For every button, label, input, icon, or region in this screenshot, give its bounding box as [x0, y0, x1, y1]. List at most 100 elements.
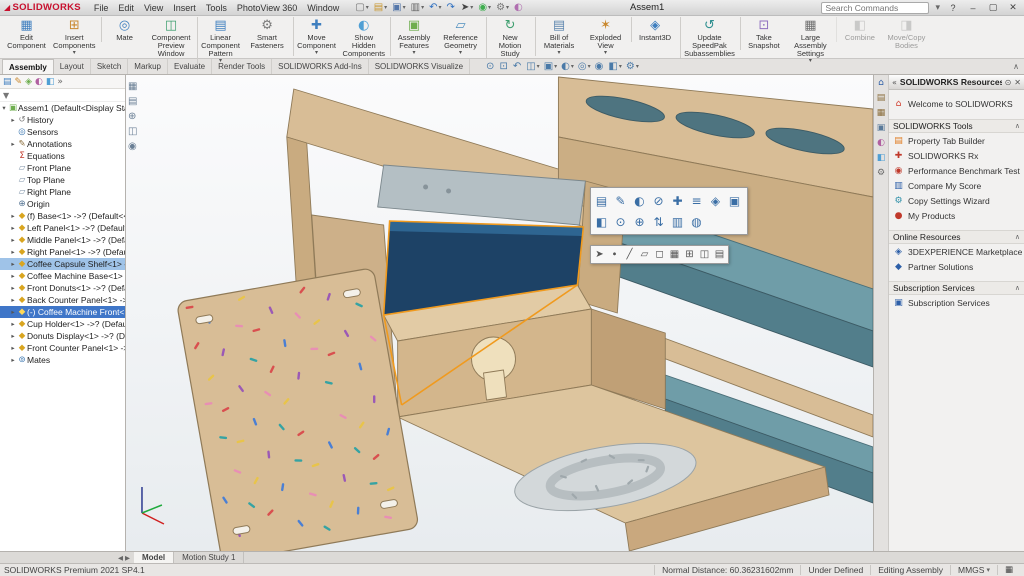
dimxpertmanager-tab[interactable]: ◐	[35, 76, 43, 87]
view-settings-icon[interactable]: ⚙ ▾	[626, 61, 639, 72]
search-commands-input[interactable]	[821, 2, 929, 14]
filter-component-icon[interactable]: ▤	[713, 247, 726, 262]
expand-arrow[interactable]: ▾	[0, 104, 8, 112]
tree-item-cup-holder[interactable]: ▸ ◆ Cup Holder<1> ->? (Default<<D...	[0, 318, 125, 330]
scenes-tab[interactable]: ◧	[877, 153, 886, 163]
mate-icon[interactable]: ✚	[669, 190, 686, 211]
tree-item-right-panel[interactable]: ▸ ◆ Right Panel<1> ->? (Default<<D...	[0, 246, 125, 258]
show-hidden-components-button[interactable]: ◐ Show Hidden Components	[340, 17, 389, 58]
propertymanager-tab[interactable]: ✎	[15, 76, 23, 87]
tree-item-front-counter-panel[interactable]: ▸ ◆ Front Counter Panel<1> ->? (Def...	[0, 342, 125, 354]
chevron-up-icon[interactable]: ∧	[1015, 284, 1020, 292]
tree-item-donuts-display[interactable]: ▸ ◆ Donuts Display<1> ->? (Default<...	[0, 330, 125, 342]
expand-arrow[interactable]: ▸	[9, 212, 17, 220]
filter-body-icon[interactable]: ◻	[653, 247, 666, 262]
filter-mesh-icon[interactable]: ▦	[668, 247, 681, 262]
open-file-icon[interactable]: ▤ ▾	[373, 3, 388, 13]
undo-icon[interactable]: ↶ ▾	[428, 3, 442, 13]
collapse-pane-icon[interactable]: «	[892, 78, 897, 87]
move-copy-bodies-button[interactable]: ◨ Move/Copy Bodies	[883, 17, 930, 50]
search-dropdown-icon[interactable]: ▾	[935, 3, 940, 13]
tab-solidworks-visualize[interactable]: SOLIDWORKS Visualize	[369, 59, 470, 74]
pane-split-icon[interactable]: ◫	[128, 126, 137, 137]
edit-appearance-icon[interactable]: ◉	[595, 61, 605, 72]
hide-show-items-icon[interactable]: ◎ ▾	[578, 61, 591, 72]
expand-arrow[interactable]: ▸	[9, 332, 17, 340]
section-online-resources[interactable]: Online Resources ∧	[889, 230, 1024, 244]
tree-display-icon[interactable]: ▤	[128, 96, 137, 107]
help-button[interactable]: ?	[946, 3, 960, 13]
compare-my-score-link[interactable]: ▥ Compare My Score	[889, 178, 1024, 193]
new-motion-study-button[interactable]: ↻ New Motion Study	[486, 17, 533, 58]
tab-evaluate[interactable]: Evaluate	[168, 59, 212, 74]
appearances-tab[interactable]: ◐	[877, 138, 885, 148]
tree-item-assem1[interactable]: ▾ ▣ Assem1 (Default<Display State-1>)	[0, 102, 125, 114]
tab-render-tools[interactable]: Render Tools	[212, 59, 272, 74]
redo-icon[interactable]: ↷	[446, 3, 457, 13]
tree-item-top-plane[interactable]: ▱ Top Plane	[0, 174, 125, 186]
edit-part-icon[interactable]: ✎	[612, 190, 629, 211]
section-view-icon[interactable]: ◫ ▾	[526, 61, 539, 72]
subscription-services-link[interactable]: ▣ Subscription Services	[889, 295, 1024, 310]
file-explorer-tab[interactable]: ▦	[877, 108, 886, 118]
display-style-icon[interactable]: ◐ ▾	[561, 61, 574, 72]
previous-view-icon[interactable]: ↶	[513, 61, 522, 72]
menu-window[interactable]: Window	[302, 3, 344, 13]
partner-solutions-link[interactable]: ◆ Partner Solutions	[889, 259, 1024, 274]
take-snapshot-button[interactable]: ⊡ Take Snapshot	[740, 17, 787, 50]
tree-item-base[interactable]: ▸ ◆ (f) Base<1> ->? (Default<<Defaul	[0, 210, 125, 222]
model-canvas[interactable]	[126, 75, 873, 551]
model-tab[interactable]: Model	[134, 552, 174, 563]
section-subscription-services[interactable]: Subscription Services ∧	[889, 281, 1024, 295]
tab-assembly[interactable]: Assembly	[2, 59, 54, 74]
component-preview-window-button[interactable]: ◫ Component Preview Window	[148, 17, 195, 58]
view-orientation-icon[interactable]: ▣ ▾	[544, 61, 557, 72]
expand-arrow[interactable]: ▸	[9, 320, 17, 328]
filter-vertex-icon[interactable]: ∙	[608, 247, 621, 262]
collapse-ribbon-icon[interactable]: ∧	[1013, 59, 1019, 74]
expand-arrow[interactable]: ▸	[9, 284, 17, 292]
tree-item-mates[interactable]: ▸ ⊚ Mates	[0, 354, 125, 366]
my-products-link[interactable]: ● My Products	[889, 208, 1024, 223]
instant3d-button[interactable]: ◈ Instant3D	[631, 17, 678, 42]
menu-file[interactable]: File	[89, 3, 114, 13]
featuremanager-tab[interactable]: ▤	[3, 76, 12, 87]
reference-geometry-button[interactable]: ▱ Reference Geometry ▾	[437, 17, 484, 56]
tree-item-coffee-machine-base[interactable]: ▸ ◆ Coffee Machine Base<1> ->? (D...	[0, 270, 125, 282]
copy-settings-wizard-link[interactable]: ⚙ Copy Settings Wizard	[889, 193, 1024, 208]
design-library-tab[interactable]: ▤	[877, 93, 886, 103]
menu-photoview-360[interactable]: PhotoView 360	[232, 3, 302, 13]
minimize-button[interactable]: –	[966, 3, 980, 13]
filter-plane-icon[interactable]: ⊞	[683, 247, 696, 262]
expand-arrow[interactable]: ▸	[9, 308, 17, 316]
tree-item-right-plane[interactable]: ▱ Right Plane	[0, 186, 125, 198]
performance-benchmark-link[interactable]: ◉ Performance Benchmark Test	[889, 163, 1024, 178]
chevron-up-icon[interactable]: ∧	[1015, 233, 1020, 241]
exploded-view-button[interactable]: ✶ Exploded View ▾	[582, 17, 629, 56]
filter-edge-icon[interactable]: ╱	[623, 247, 636, 262]
tree-item-back-counter-panel[interactable]: ▸ ◆ Back Counter Panel<1> ->? (Defa	[0, 294, 125, 306]
move-icon[interactable]: ⇅	[650, 211, 667, 232]
motion-nav-left-icon[interactable]: ◀	[118, 554, 123, 562]
tree-item-coffee-capsule-shelf[interactable]: ▸ ◆ Coffee Capsule Shelf<1> ->? (Def	[0, 258, 125, 270]
welcome-link[interactable]: ⌂ Welcome to SOLIDWORKS	[889, 96, 1024, 111]
filter-select-icon[interactable]: ➤	[593, 247, 606, 262]
displaymanager-tab[interactable]: ◧	[46, 76, 55, 87]
3dexperience-marketplace-link[interactable]: ◈ 3DEXPERIENCE Marketplace	[889, 244, 1024, 259]
section-solidworks-tools[interactable]: SOLIDWORKS Tools ∧	[889, 119, 1024, 133]
assembly-features-button[interactable]: ▣ Assembly Features ▾	[390, 17, 437, 56]
expand-arrow[interactable]: ▸	[9, 272, 17, 280]
update-speedpak-button[interactable]: ↺ Update SpeedPak Subassemblies	[680, 17, 738, 58]
expand-arrow[interactable]: ▸	[9, 224, 17, 232]
pin-icon[interactable]: ⊙	[1005, 78, 1012, 87]
combine-button[interactable]: ◧ Combine	[836, 17, 883, 42]
view-palette-tab[interactable]: ▣	[877, 123, 886, 133]
menu-edit[interactable]: Edit	[113, 3, 139, 13]
options-icon[interactable]: ⚙ ▾	[495, 3, 510, 13]
fix-icon[interactable]: ⊕	[631, 211, 648, 232]
property-tab-builder-link[interactable]: ▤ Property Tab Builder	[889, 133, 1024, 148]
display-pane-icon[interactable]: ▦	[128, 81, 137, 92]
appearance-icon[interactable]: ◐	[631, 190, 648, 211]
tree-item-history[interactable]: ▸ ↺ History	[0, 114, 125, 126]
filter-face-icon[interactable]: ▱	[638, 247, 651, 262]
